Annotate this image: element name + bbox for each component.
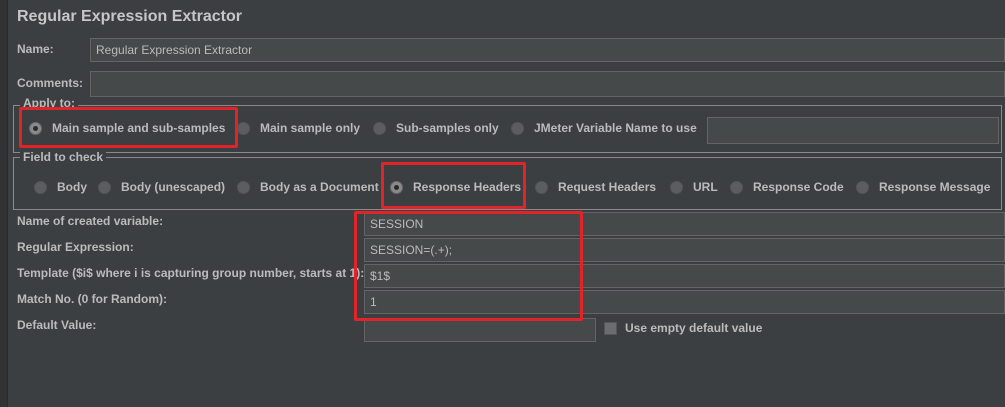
radio-label: Response Headers — [413, 180, 522, 194]
radio-label: Main sample only — [260, 121, 361, 135]
radio-label: Body — [57, 180, 87, 194]
template-label: Template ($i$ where i is capturing group… — [17, 266, 365, 280]
radio-icon — [34, 180, 47, 194]
radio-body-unescaped[interactable]: Body (unescaped) — [98, 180, 225, 194]
default-value-label: Default Value: — [17, 318, 97, 332]
radio-label: Main sample and sub-samples — [52, 121, 226, 135]
radio-url[interactable]: URL — [670, 180, 718, 194]
radio-label: Response Message — [879, 180, 991, 194]
radio-label: Sub-samples only — [396, 121, 499, 135]
radio-response-headers[interactable]: Response Headers — [390, 180, 521, 194]
radio-response-code[interactable]: Response Code — [730, 180, 844, 194]
radio-label: JMeter Variable Name to use — [534, 121, 697, 135]
radio-selected-icon — [390, 180, 403, 194]
panel-title: Regular Expression Extractor — [17, 8, 242, 25]
comments-label: Comments: — [17, 76, 84, 90]
radio-label: URL — [693, 180, 718, 194]
radio-request-headers[interactable]: Request Headers — [535, 180, 656, 194]
jmeter-variable-input[interactable] — [707, 117, 999, 144]
regex-label: Regular Expression: — [17, 240, 134, 254]
radio-main-sample-only[interactable]: Main sample only — [237, 121, 360, 135]
radio-response-message[interactable]: Response Message — [856, 180, 990, 194]
use-empty-default-checkbox[interactable]: Use empty default value — [604, 321, 762, 335]
name-input[interactable]: Regular Expression Extractor — [90, 38, 1005, 62]
radio-icon — [856, 180, 869, 194]
variable-name-label: Name of created variable: — [17, 214, 164, 228]
checkbox-label: Use empty default value — [625, 321, 763, 335]
radio-icon — [98, 180, 111, 194]
radio-body[interactable]: Body — [34, 180, 87, 194]
template-input[interactable]: $1$ — [364, 264, 1005, 288]
radio-icon — [730, 180, 743, 194]
radio-label: Response Code — [753, 180, 844, 194]
radio-label: Request Headers — [558, 180, 657, 194]
radio-icon — [237, 121, 250, 135]
apply-to-legend: Apply to: — [20, 97, 78, 109]
left-panel-edge — [0, 0, 8, 407]
radio-jmeter-variable[interactable]: JMeter Variable Name to use — [511, 121, 697, 135]
name-label: Name: — [17, 42, 54, 56]
radio-icon — [511, 121, 524, 135]
default-value-input[interactable] — [364, 318, 596, 342]
field-to-check-legend: Field to check — [20, 151, 107, 163]
regex-input[interactable]: SESSION=(.+); — [364, 238, 1005, 262]
match-no-input[interactable]: 1 — [364, 290, 1005, 314]
comments-input[interactable] — [90, 71, 1005, 97]
radio-icon — [237, 180, 250, 194]
checkbox-icon — [604, 321, 617, 335]
radio-label: Body as a Document — [260, 180, 379, 194]
radio-icon — [670, 180, 683, 194]
match-no-label: Match No. (0 for Random): — [17, 292, 167, 306]
radio-icon — [535, 180, 548, 194]
radio-main-and-sub-samples[interactable]: Main sample and sub-samples — [29, 121, 225, 135]
variable-name-input[interactable]: SESSION — [364, 212, 1005, 236]
radio-label: Body (unescaped) — [121, 180, 226, 194]
radio-sub-samples-only[interactable]: Sub-samples only — [373, 121, 499, 135]
radio-icon — [373, 121, 386, 135]
radio-selected-icon — [29, 121, 42, 135]
radio-body-as-document[interactable]: Body as a Document — [237, 180, 379, 194]
